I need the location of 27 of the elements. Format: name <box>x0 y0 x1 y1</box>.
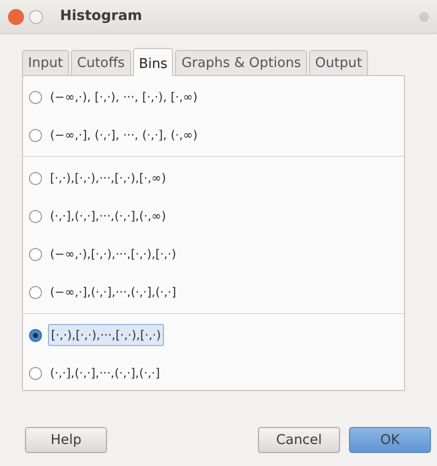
radio-button[interactable] <box>29 366 42 380</box>
option-label[interactable]: (−∞,·], (·,·], ···, (·,·], (·,∞) <box>48 125 200 146</box>
radio-button[interactable] <box>29 210 42 223</box>
option-label[interactable]: (·,·],(·,·],···,(·,·],(·,·] <box>48 363 162 384</box>
window-title: Histogram <box>60 7 142 26</box>
option-label[interactable]: (−∞,·), [·,·), ···, [·,·), [·,∞) <box>48 87 200 108</box>
ok-button[interactable]: OK <box>349 427 431 453</box>
radio-button[interactable] <box>29 248 42 261</box>
radio-button[interactable] <box>29 128 42 142</box>
option-label[interactable]: [·,·),[·,·),···,[·,·),[·,∞) <box>48 168 168 188</box>
maximize-icon[interactable] <box>29 10 43 24</box>
radio-button[interactable] <box>29 286 42 299</box>
radio-button[interactable] <box>29 172 42 185</box>
tab[interactable]: Bins <box>132 48 174 76</box>
option-label[interactable]: (·,·],(·,·],···,(·,·],(·,∞) <box>48 206 168 226</box>
tab[interactable]: Output <box>309 50 368 76</box>
option-label[interactable]: (−∞,·],(·,·],···,(·,·],(·,·] <box>48 282 178 302</box>
help-button[interactable]: Help <box>25 427 107 453</box>
radio-button[interactable] <box>29 328 42 342</box>
cancel-button[interactable]: Cancel <box>258 427 340 453</box>
option-label[interactable]: (−∞,·),[·,·),···,[·,·),[·,·) <box>48 244 178 264</box>
tab[interactable]: Cutoffs <box>70 50 131 76</box>
close-icon[interactable] <box>8 8 24 24</box>
tab[interactable]: Graphs & Options <box>175 50 308 76</box>
option-label[interactable]: [·,·),[·,·),···,[·,·),[·,·) <box>48 324 164 346</box>
tab[interactable]: Input <box>22 50 69 76</box>
radio-button[interactable] <box>29 90 42 104</box>
